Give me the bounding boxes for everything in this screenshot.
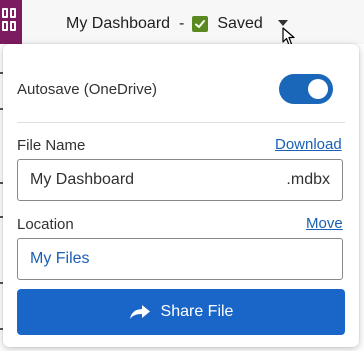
download-link[interactable]: Download bbox=[275, 136, 342, 153]
autosave-label: Autosave (OneDrive) bbox=[17, 80, 158, 98]
saved-check-icon bbox=[192, 16, 209, 32]
title-separator: - bbox=[179, 15, 185, 32]
divider bbox=[17, 122, 345, 123]
app-launcher-button[interactable] bbox=[0, 0, 22, 44]
file-extension: .mdbx bbox=[286, 171, 330, 188]
app-grid-icon bbox=[0, 8, 18, 34]
autosave-toggle[interactable] bbox=[279, 74, 333, 104]
title-bar: My Dashboard - Saved bbox=[0, 0, 364, 46]
file-name-field[interactable]: My Dashboard .mdbx bbox=[17, 159, 343, 201]
share-arrow-icon bbox=[129, 303, 151, 321]
location-label: Location bbox=[17, 216, 74, 233]
share-file-label: Share File bbox=[160, 303, 234, 320]
toggle-knob bbox=[308, 79, 328, 99]
file-name-label: File Name bbox=[17, 137, 86, 154]
save-status: Saved bbox=[217, 15, 263, 32]
location-field[interactable]: My Files bbox=[17, 238, 343, 280]
move-link[interactable]: Move bbox=[306, 215, 343, 232]
chevron-down-icon[interactable] bbox=[278, 20, 288, 26]
share-file-button[interactable]: Share File bbox=[17, 289, 345, 335]
document-title: My Dashboard bbox=[66, 15, 171, 32]
document-title-area[interactable]: My Dashboard - Saved bbox=[66, 14, 263, 34]
file-info-popover: Autosave (OneDrive) File Name Download M… bbox=[3, 44, 359, 347]
file-name-value: My Dashboard bbox=[30, 171, 135, 188]
location-value: My Files bbox=[30, 250, 90, 267]
